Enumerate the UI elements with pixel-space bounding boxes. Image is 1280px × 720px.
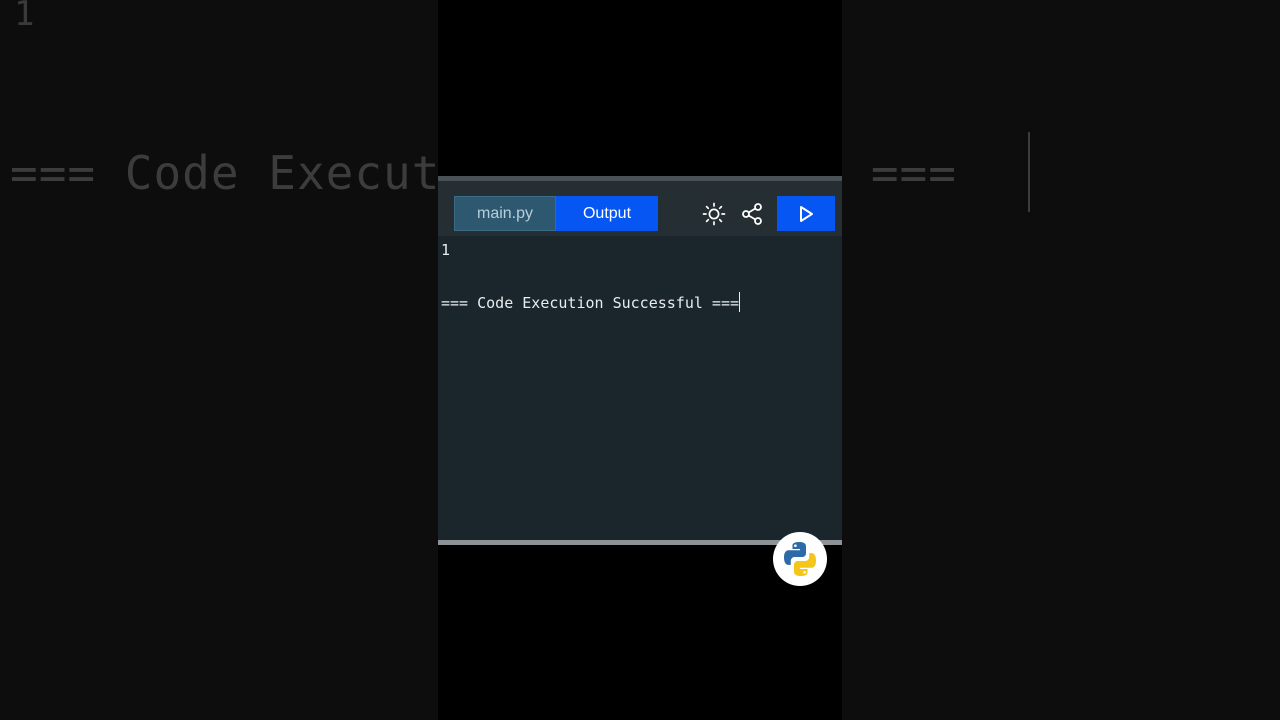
output-success-text: === Code Execution Successful === (441, 294, 740, 312)
share-icon (742, 203, 762, 225)
output-console: 1 === Code Execution Successful === (438, 236, 842, 586)
python-badge (773, 532, 827, 586)
compiler-panel: main.py Output 1 === Code Execution Succ… (438, 176, 842, 586)
tab-output[interactable]: Output (556, 196, 658, 231)
tab-output-label: Output (582, 204, 632, 222)
python-logo-icon (784, 542, 816, 576)
background-line-number: 1 (14, 0, 35, 34)
background-cursor (1028, 132, 1030, 212)
tab-main-py[interactable]: main.py (454, 196, 556, 231)
run-button[interactable] (777, 196, 835, 231)
sun-icon (702, 202, 726, 226)
output-line-success: === Code Execution Successful === (441, 292, 741, 312)
text-cursor (739, 292, 741, 312)
theme-toggle-button[interactable] (700, 200, 728, 228)
play-icon (800, 205, 813, 222)
toolbar: main.py Output (438, 176, 842, 236)
phone-frame: main.py Output 1 === Code Execution Succ… (438, 0, 842, 720)
output-line: 1 (441, 241, 451, 259)
share-button[interactable] (738, 200, 766, 228)
tab-main-py-label: main.py (476, 204, 534, 222)
